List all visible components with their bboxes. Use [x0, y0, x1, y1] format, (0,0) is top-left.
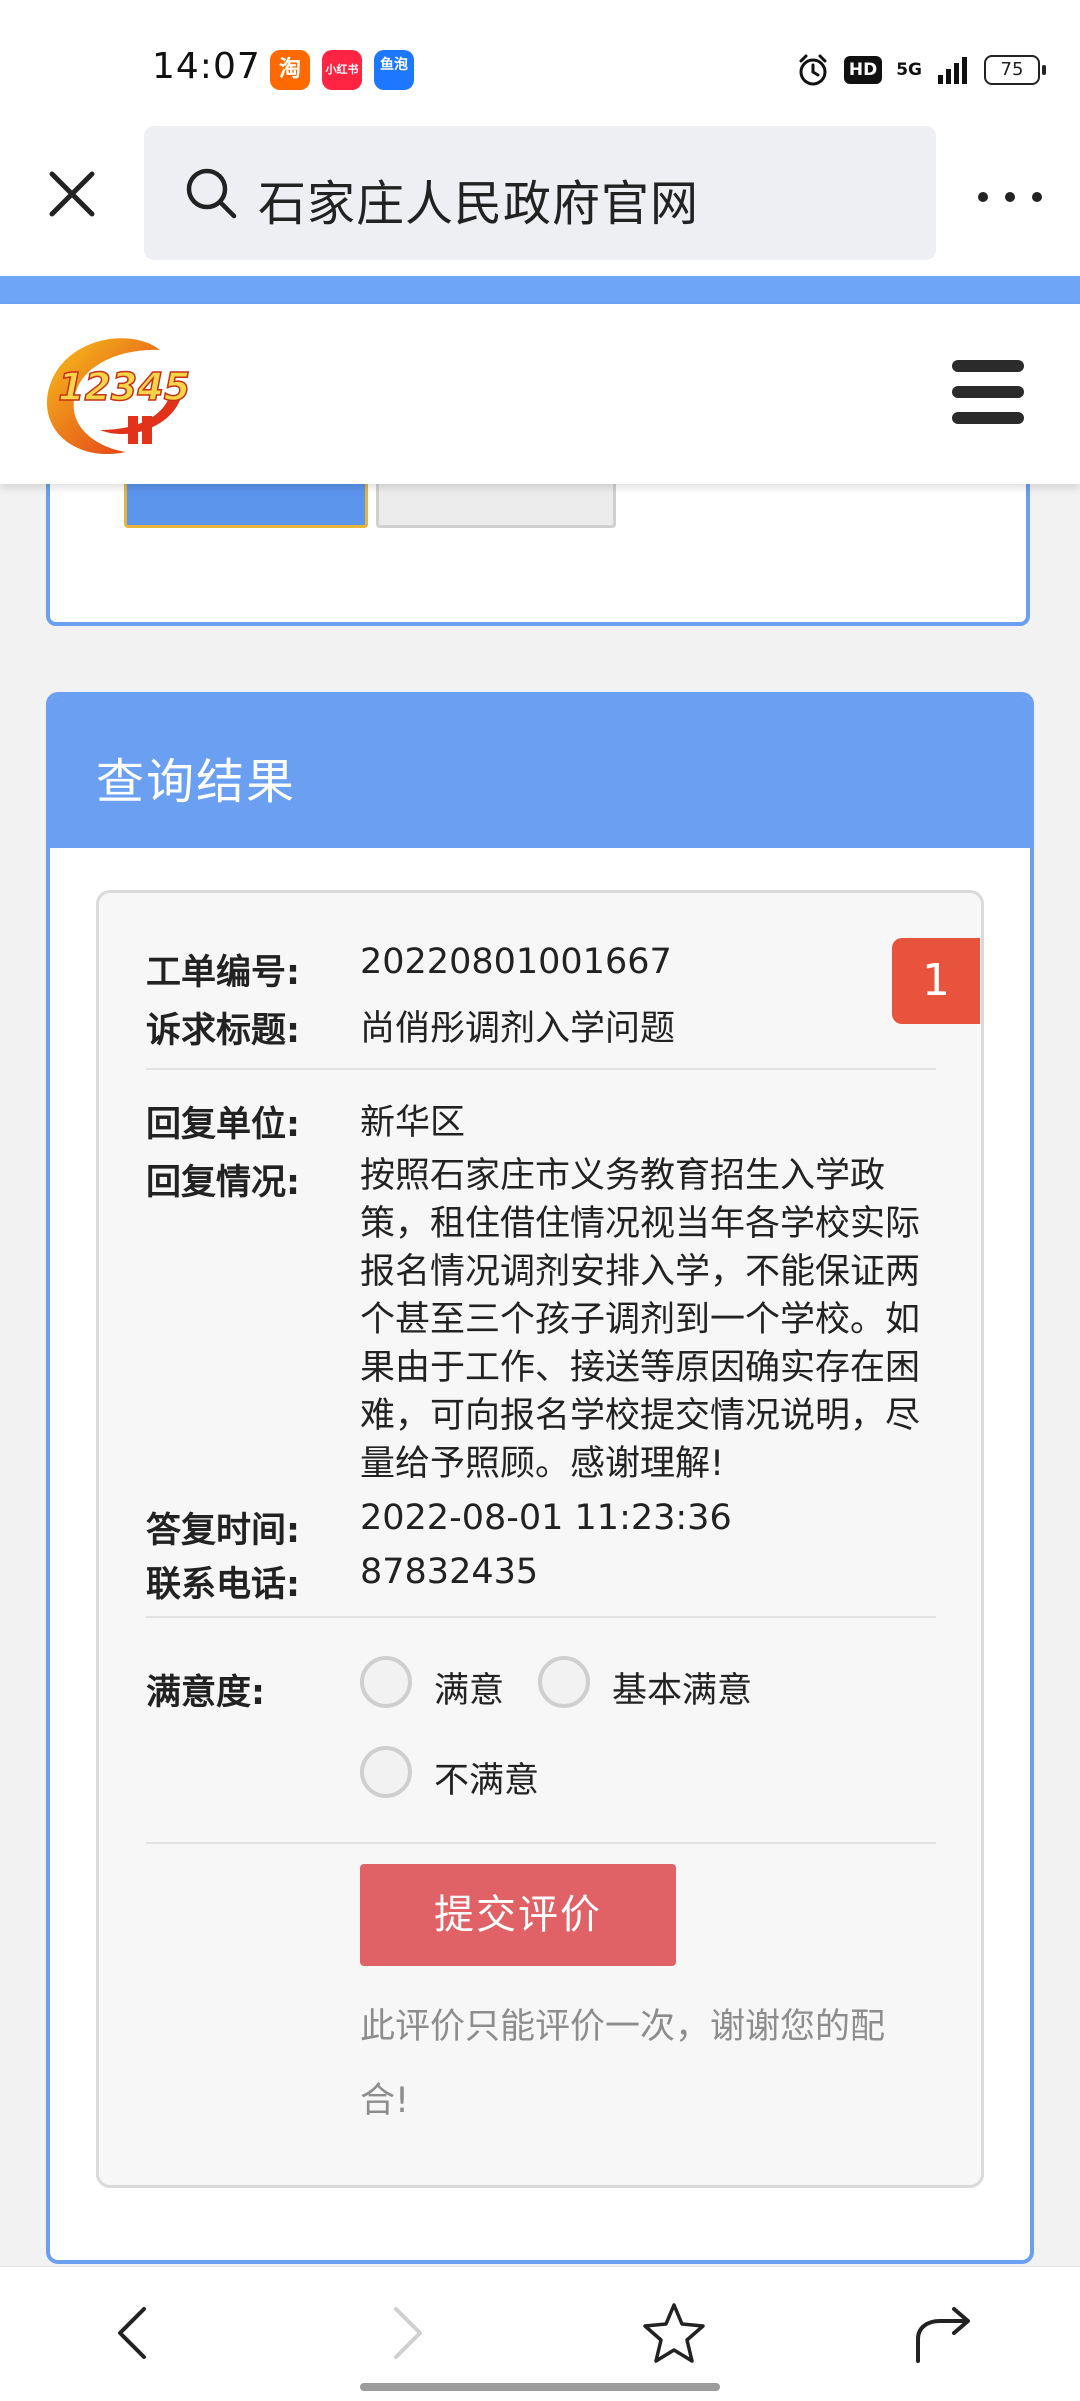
- reply-unit-label: 回复单位:: [146, 1105, 300, 1145]
- taobao-app-icon: 淘: [270, 50, 310, 90]
- browser-toolbar: 石家庄人民政府官网: [0, 120, 1080, 276]
- submit-evaluation-button[interactable]: 提交评价: [360, 1864, 676, 1966]
- subject-label: 诉求标题:: [146, 1011, 300, 1051]
- divider: [146, 1616, 936, 1618]
- xiaohongshu-app-icon: 小红书: [322, 50, 362, 90]
- evaluation-notice: 此评价只能评价一次，谢谢您的配合!: [360, 2007, 886, 2121]
- status-bar: 14:07 淘 小红书 鱼泡 HD 5G 75: [0, 0, 1080, 120]
- star-bookmark-icon[interactable]: [642, 2301, 706, 2365]
- search-query-text: 石家庄人民政府官网: [258, 176, 700, 232]
- divider: [146, 1842, 936, 1844]
- logo-text: 12345: [58, 365, 190, 409]
- home-indicator[interactable]: [360, 2383, 720, 2391]
- site-header: 12345: [0, 304, 1080, 484]
- alarm-icon: [799, 54, 827, 86]
- reply-time-label: 答复时间:: [146, 1511, 300, 1551]
- page-top-strip: [0, 276, 1080, 304]
- basically-satisfied-radio[interactable]: [538, 1656, 590, 1708]
- search-input[interactable]: 石家庄人民政府官网: [144, 126, 936, 260]
- satisfied-radio[interactable]: [360, 1656, 412, 1708]
- unsatisfied-radio[interactable]: [360, 1746, 412, 1798]
- network-type: 5G: [896, 60, 922, 80]
- satisfied-option-label[interactable]: 满意: [434, 1662, 504, 1713]
- subject-value: 尚俏彤调剂入学问题: [360, 1009, 676, 1049]
- reply-unit-value: 新华区: [360, 1103, 466, 1143]
- back-arrow-icon[interactable]: [102, 2301, 166, 2365]
- hamburger-menu-icon[interactable]: [952, 360, 1024, 424]
- results-title: 查询结果: [96, 754, 297, 810]
- site-logo[interactable]: 12345: [40, 330, 190, 462]
- battery-icon: 75: [984, 55, 1046, 85]
- ticket-no-label: 工单编号:: [146, 953, 300, 993]
- yupao-app-icon: 鱼泡: [374, 50, 414, 90]
- phone-label: 联系电话:: [146, 1565, 300, 1605]
- basically-satisfied-option-label[interactable]: 基本满意: [612, 1662, 752, 1713]
- browser-bottom-nav: [0, 2266, 1080, 2401]
- status-time: 14:07: [152, 46, 261, 87]
- ticket-no-value: 20220801001667: [360, 942, 672, 982]
- phone-value: 87832435: [360, 1552, 539, 1592]
- forward-arrow-icon[interactable]: [374, 2301, 438, 2365]
- divider: [146, 1068, 936, 1070]
- reply-content-label: 回复情况:: [146, 1163, 300, 1203]
- results-header: 查询结果: [50, 696, 1030, 848]
- reply-content-value: 按照石家庄市义务教育招生入学政策，租住借住情况视当年各学校实际报名情况调剂安排入…: [360, 1156, 921, 1484]
- signal-icon: [938, 57, 967, 84]
- search-icon: [186, 168, 237, 219]
- more-dots-icon[interactable]: [975, 182, 1045, 212]
- close-icon[interactable]: [40, 162, 104, 226]
- reply-time-value: 2022-08-01 11:23:36: [360, 1498, 732, 1538]
- hd-icon: HD: [843, 56, 883, 84]
- unsatisfied-option-label[interactable]: 不满意: [434, 1752, 539, 1803]
- result-index-badge: 1: [892, 938, 980, 1024]
- satisfaction-label: 满意度:: [146, 1673, 265, 1713]
- status-indicators: HD 5G 75: [796, 50, 1046, 90]
- share-icon[interactable]: [910, 2301, 974, 2365]
